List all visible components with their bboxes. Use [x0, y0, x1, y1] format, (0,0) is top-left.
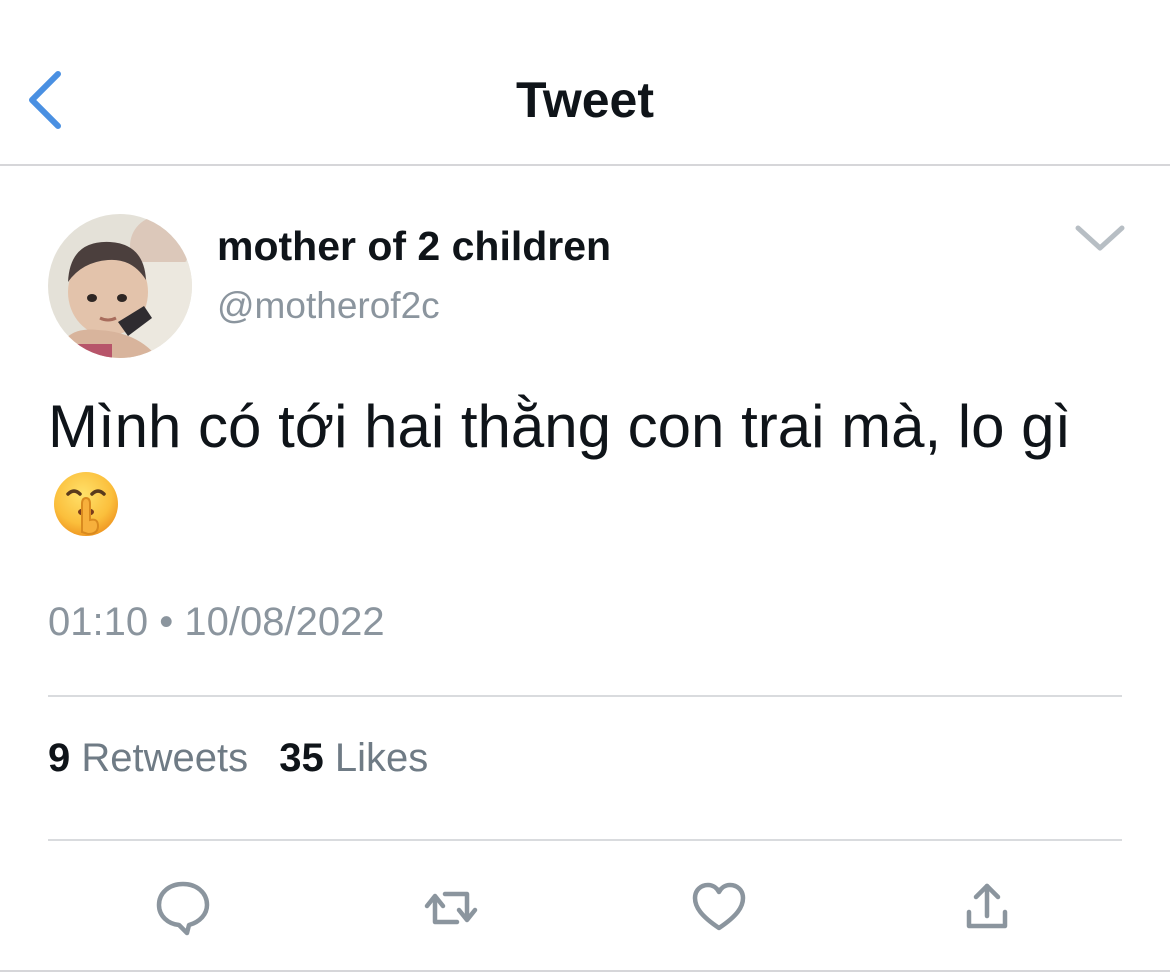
- page-title: Tweet: [516, 72, 654, 128]
- retweets-label: Retweets: [81, 736, 249, 780]
- tweet-text: Mình có tới hai thằng con trai mà, lo gì: [48, 393, 1072, 460]
- retweet-arrows-icon: [424, 891, 478, 925]
- heart-icon: [692, 882, 746, 931]
- tweet-time: 01:10: [48, 600, 149, 644]
- display-name[interactable]: mother of 2 children: [217, 222, 611, 270]
- timestamp-separator: •: [159, 600, 174, 644]
- tweet-date: 10/08/2022: [184, 600, 385, 644]
- speech-bubble-icon: [156, 881, 210, 936]
- tweet-timestamp: 01:10 • 10/08/2022: [48, 598, 385, 646]
- share-button[interactable]: [957, 878, 1017, 938]
- likes-label: Likes: [334, 736, 429, 780]
- likes-stat[interactable]: 35 Likes: [279, 734, 428, 782]
- more-options-button[interactable]: [1070, 218, 1130, 258]
- retweets-stat[interactable]: 9 Retweets: [48, 734, 248, 782]
- share-upload-icon: [966, 883, 1008, 929]
- likes-count: 35: [279, 736, 324, 780]
- user-handle[interactable]: @motherof2c: [217, 284, 440, 328]
- engagement-stats: 9 Retweets 35 Likes: [48, 734, 448, 782]
- divider: [0, 970, 1170, 972]
- chevron-down-icon: [1075, 225, 1125, 251]
- shushing-face-icon: [52, 470, 120, 538]
- like-button[interactable]: [689, 878, 749, 938]
- retweets-count: 9: [48, 736, 71, 780]
- navigation-bar: Tweet: [0, 0, 1170, 166]
- retweet-button[interactable]: [421, 878, 481, 938]
- avatar[interactable]: [48, 214, 192, 358]
- divider: [48, 839, 1122, 841]
- reply-button[interactable]: [153, 878, 213, 938]
- profile-photo-avatar: [48, 214, 192, 358]
- divider: [48, 695, 1122, 697]
- tweet-detail-screen: Tweet mother of 2 children @motherof2c M…: [0, 0, 1170, 974]
